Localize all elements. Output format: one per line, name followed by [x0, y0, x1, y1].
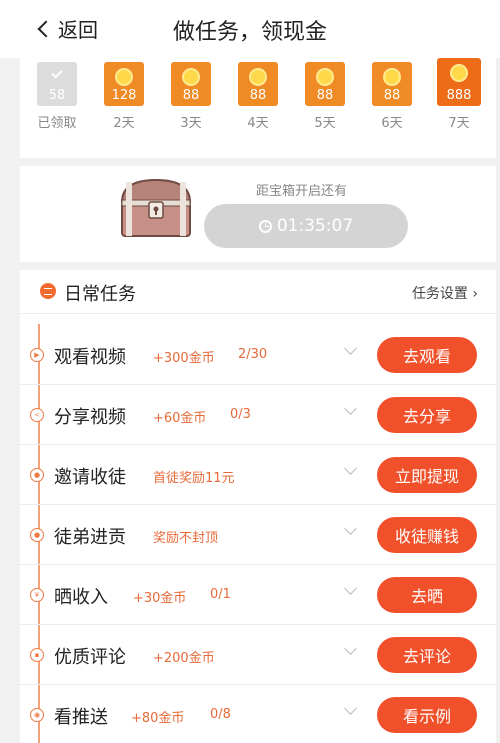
show-income-button[interactable]: 去晒 [377, 577, 477, 613]
chevron-down-icon[interactable] [344, 522, 357, 535]
daily-tasks-panel: 日常任务 任务设置 › ▶ 观看视频 +300金币 2/30 去观看 < 分享视… [20, 270, 496, 743]
daily-tasks-title: 日常任务 [64, 284, 136, 305]
share-icon: < [30, 408, 44, 422]
task-row: ● 邀请收徒 首徒奖励11元 立即提现 [20, 446, 496, 505]
chest-countdown-label: 距宝箱开启还有 [256, 184, 348, 199]
coin-box: 128 [104, 62, 144, 106]
coin-value: 128 [111, 88, 137, 103]
task-list-icon [40, 283, 56, 299]
check-icon [51, 67, 63, 79]
treasure-chest-section: 距宝箱开启还有 01:35:07 [20, 166, 496, 262]
signin-day[interactable]: 128 2天 [99, 62, 149, 131]
task-row: ¥ 晒收入 +30金币 0/1 去晒 [20, 566, 496, 625]
chevron-down-icon[interactable] [344, 342, 357, 355]
coin-value: 888 [446, 88, 472, 103]
coin-icon [249, 68, 267, 86]
task-row: ▶ 观看视频 +300金币 2/30 去观看 [20, 326, 496, 385]
recruit-button[interactable]: 收徒赚钱 [377, 517, 477, 553]
timer-value: 01:35:07 [276, 216, 354, 236]
day-label: 4天 [247, 116, 269, 131]
coin-box: 88 [171, 62, 211, 106]
task-progress: 0/3 [230, 407, 251, 422]
task-name: 邀请收徒 [54, 467, 126, 488]
day-label: 7天 [448, 116, 470, 131]
comment-button[interactable]: 去评论 [377, 637, 477, 673]
coin-value: 88 [249, 88, 267, 103]
chevron-down-icon[interactable] [344, 402, 357, 415]
signin-strip: 58 已领取 128 2天 88 3天 88 4天 88 5天 88 6天 88… [20, 58, 496, 158]
clock-icon [258, 219, 272, 233]
task-reward: +300金币 [153, 351, 215, 366]
coin-value: 88 [316, 88, 334, 103]
task-reward: +200金币 [153, 651, 215, 666]
user-icon: ● [30, 528, 44, 542]
view-example-button[interactable]: 看示例 [377, 697, 477, 733]
task-progress: 0/8 [210, 707, 231, 722]
task-progress: 0/1 [210, 587, 231, 602]
task-settings-link[interactable]: 任务设置 › [412, 283, 478, 303]
task-name: 优质评论 [54, 647, 126, 668]
task-reward: +80金币 [131, 711, 185, 726]
coin-box: 88 [305, 62, 345, 106]
signin-day[interactable]: 88 5天 [300, 62, 350, 131]
eye-icon: ◉ [30, 708, 44, 722]
day-label: 3天 [180, 116, 202, 131]
task-name: 看推送 [54, 707, 108, 728]
watch-button[interactable]: 去观看 [377, 337, 477, 373]
task-reward: 首徒奖励11元 [153, 471, 235, 486]
day-label: 2天 [113, 116, 135, 131]
task-reward: +60金币 [153, 411, 207, 426]
day-label: 已领取 [37, 116, 77, 131]
signin-day[interactable]: 88 3天 [166, 62, 216, 131]
chest-timer: 01:35:07 [204, 204, 408, 248]
withdraw-button[interactable]: 立即提现 [377, 457, 477, 493]
task-name: 观看视频 [54, 347, 126, 368]
user-icon: ● [30, 468, 44, 482]
coin-box: 88 [372, 62, 412, 106]
task-row: ▪ 优质评论 +200金币 去评论 [20, 626, 496, 685]
chevron-down-icon[interactable] [344, 582, 357, 595]
signin-day[interactable]: 58 已领取 [32, 62, 82, 131]
task-reward: 奖励不封顶 [153, 531, 219, 546]
header-bar: 返回 做任务，领现金 [0, 0, 500, 58]
claimed-coin-box: 58 [37, 62, 77, 106]
coin-value: 88 [182, 88, 200, 103]
day-label: 5天 [314, 116, 336, 131]
chevron-down-icon[interactable] [344, 642, 357, 655]
share-button[interactable]: 去分享 [377, 397, 477, 433]
task-progress: 2/30 [238, 347, 268, 362]
task-reward: +30金币 [133, 591, 187, 606]
task-row: < 分享视频 +60金币 0/3 去分享 [20, 386, 496, 445]
coin-icon [115, 68, 133, 86]
play-icon: ▶ [30, 348, 44, 362]
coin-value: 88 [383, 88, 401, 103]
chevron-down-icon[interactable] [344, 702, 357, 715]
coin-icon [182, 68, 200, 86]
coin-icon [450, 64, 468, 82]
coin-box: 888 [437, 58, 481, 106]
coin-icon [383, 68, 401, 86]
coin-box: 88 [238, 62, 278, 106]
day-label: 6天 [381, 116, 403, 131]
daily-tasks-header: 日常任务 任务设置 › [20, 270, 496, 314]
signin-day[interactable]: 88 6天 [367, 62, 417, 131]
coin-value: 58 [48, 88, 66, 103]
signin-day[interactable]: 88 4天 [233, 62, 283, 131]
task-name: 晒收入 [54, 587, 108, 608]
chevron-down-icon[interactable] [344, 462, 357, 475]
treasure-chest-icon[interactable] [116, 172, 196, 242]
page-title: 做任务，领现金 [172, 20, 327, 45]
yen-icon: ¥ [30, 588, 44, 602]
coin-icon [316, 68, 334, 86]
task-row: ◉ 看推送 +80金币 0/8 看示例 [20, 686, 496, 743]
signin-day[interactable]: 888 7天 [434, 58, 484, 131]
comment-icon: ▪ [30, 648, 44, 662]
task-name: 徒弟进贡 [54, 527, 126, 548]
task-row: ● 徒弟进贡 奖励不封顶 收徒赚钱 [20, 506, 496, 565]
task-name: 分享视频 [54, 407, 126, 428]
